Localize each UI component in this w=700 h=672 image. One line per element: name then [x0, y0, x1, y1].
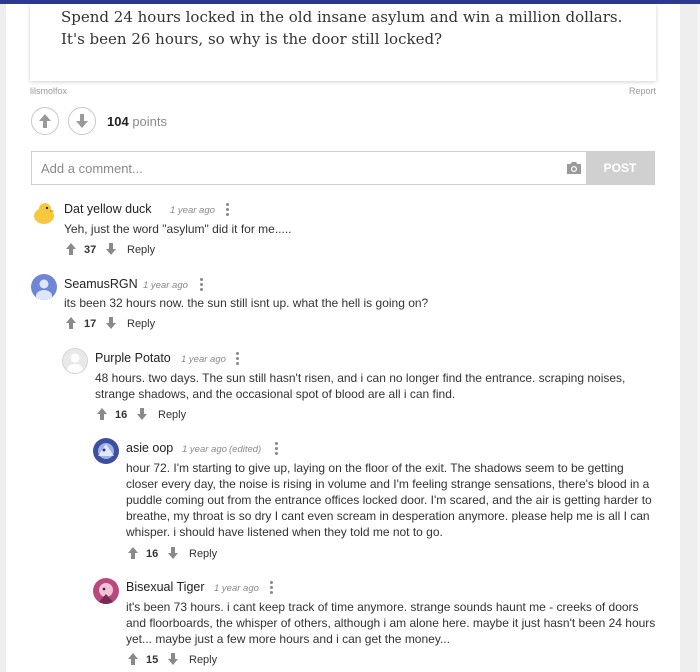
downvote-icon[interactable]	[168, 653, 178, 665]
avatar[interactable]	[62, 348, 88, 374]
comment-text: Yeh, just the word "asylum" did it for m…	[64, 222, 292, 236]
comment-actions: 16 Reply	[126, 546, 246, 562]
comment-actions: 17 Reply	[64, 316, 184, 332]
comment-time: 1 year ago	[181, 354, 226, 365]
comment-text: 48 hours. two days. The sun still hasn't…	[95, 371, 626, 401]
vote-count: 16	[115, 409, 128, 421]
vote-count: 15	[146, 654, 159, 666]
reply-button[interactable]: Reply	[127, 318, 155, 330]
comment-actions: 15 Reply	[126, 652, 246, 668]
report-link[interactable]: Report	[629, 86, 656, 96]
comment-input[interactable]	[32, 152, 552, 184]
post-author[interactable]: lilsmolfox	[30, 86, 67, 96]
more-options-icon[interactable]	[200, 278, 204, 293]
comment-text: it's been 73 hours. i cant keep track of…	[126, 600, 656, 646]
upvote-icon	[39, 114, 51, 128]
reply-button[interactable]: Reply	[189, 654, 217, 666]
comment-author[interactable]: Bisexual Tiger	[126, 580, 205, 594]
comment-text: its been 32 hours now. the sun still isn…	[64, 296, 429, 310]
avatar[interactable]	[31, 274, 57, 300]
reply-button[interactable]: Reply	[189, 548, 217, 560]
upvote-icon[interactable]	[128, 653, 138, 665]
avatar[interactable]	[31, 200, 57, 226]
camera-icon[interactable]	[566, 161, 582, 175]
vote-count: 17	[84, 318, 97, 330]
downvote-button[interactable]	[68, 107, 96, 135]
avatar[interactable]	[93, 578, 119, 604]
more-options-icon[interactable]	[226, 203, 230, 218]
post-card: Spend 24 hours locked in the old insane …	[30, 4, 656, 81]
reply-button[interactable]: Reply	[127, 244, 155, 256]
points-label: points	[132, 114, 168, 129]
comment-time: 1 year ago	[143, 280, 188, 291]
downvote-icon[interactable]	[137, 408, 147, 420]
downvote-icon[interactable]	[106, 243, 116, 255]
upvote-icon[interactable]	[66, 317, 76, 329]
upvote-icon[interactable]	[97, 408, 107, 420]
upvote-icon[interactable]	[66, 243, 76, 255]
comment-author[interactable]: Purple Potato	[95, 351, 171, 365]
character-avatar-icon	[93, 578, 119, 604]
more-options-icon[interactable]	[270, 581, 274, 596]
user-avatar-icon	[36, 279, 52, 300]
duck-avatar-icon	[31, 200, 57, 226]
content-column: Spend 24 hours locked in the old insane …	[6, 4, 680, 672]
more-options-icon[interactable]	[236, 352, 240, 367]
comment-time: 1 year ago	[170, 205, 215, 216]
comment-text: hour 72. I'm starting to give up, laying…	[126, 461, 652, 539]
points-value: 104	[107, 114, 129, 129]
comment-time: 1 year ago	[182, 444, 227, 455]
comment-author[interactable]: asie oop	[126, 441, 173, 455]
post-button[interactable]: POST	[586, 152, 654, 184]
post-text: Spend 24 hours locked in the old insane …	[61, 8, 623, 48]
comment-actions: 16 Reply	[95, 407, 215, 423]
comment-author[interactable]: Dat yellow duck	[64, 202, 152, 216]
comment-author[interactable]: SeamusRGN	[64, 277, 138, 291]
avatar[interactable]	[93, 438, 119, 464]
more-options-icon[interactable]	[275, 442, 279, 457]
upvote-icon[interactable]	[128, 547, 138, 559]
character-avatar-icon	[93, 438, 119, 464]
downvote-icon[interactable]	[106, 317, 116, 329]
reply-button[interactable]: Reply	[158, 409, 186, 421]
comment-actions: 37 Reply	[64, 242, 184, 258]
vote-count: 37	[84, 244, 97, 256]
default-avatar-icon	[67, 353, 83, 373]
downvote-icon[interactable]	[168, 547, 178, 559]
points-display: 104 points	[107, 114, 167, 129]
comment-box: POST	[31, 151, 655, 185]
vote-count: 16	[146, 548, 159, 560]
comment-time: 1 year ago	[214, 583, 259, 594]
downvote-icon	[76, 114, 88, 128]
upvote-button[interactable]	[31, 107, 59, 135]
edited-label: (edited)	[229, 444, 262, 455]
